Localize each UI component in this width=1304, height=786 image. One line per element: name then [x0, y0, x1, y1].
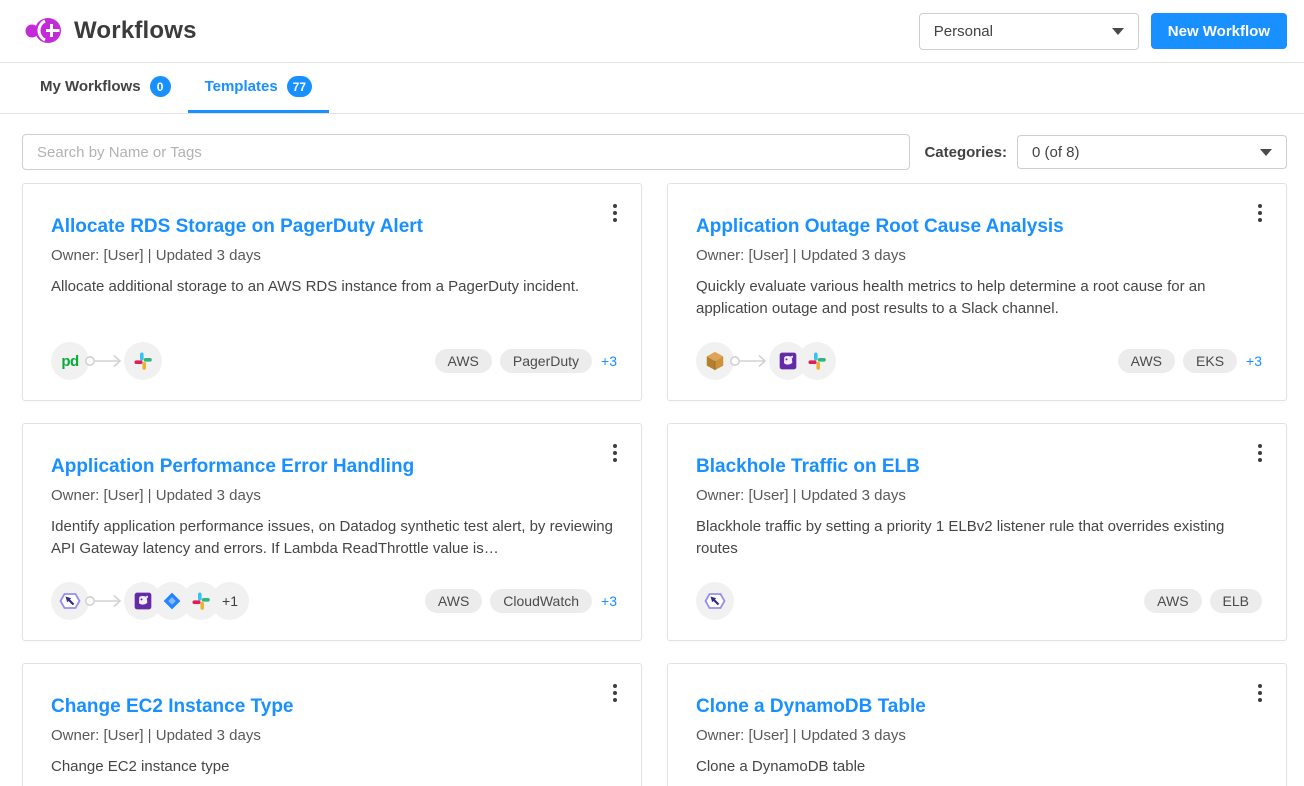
kebab-menu-icon[interactable]: [609, 680, 621, 706]
workflow-title-link[interactable]: Blackhole Traffic on ELB: [696, 454, 1262, 480]
filter-toolbar: Categories: 0 (of 8): [22, 134, 1287, 170]
connector-icon-row: [696, 342, 836, 380]
categories-select-value: 0 (of 8): [1032, 144, 1080, 161]
tag-list: AWS PagerDuty +3: [435, 349, 618, 373]
arrow-connector-icon: [84, 342, 128, 380]
workflow-card[interactable]: Change EC2 Instance Type Owner: [User] |…: [22, 663, 642, 786]
workflow-card[interactable]: Blackhole Traffic on ELB Owner: [User] |…: [667, 423, 1287, 641]
tab-label: Templates: [205, 78, 278, 95]
connector-icon-row: +1: [51, 582, 249, 620]
workflow-description: Clone a DynamoDB table: [696, 756, 1262, 778]
kebab-menu-icon[interactable]: [1254, 200, 1266, 226]
chevron-down-icon: [1112, 28, 1124, 35]
arrow-connector-icon: [84, 582, 128, 620]
more-tags-link[interactable]: +3: [601, 593, 617, 609]
workflow-title-link[interactable]: Application Outage Root Cause Analysis: [696, 214, 1262, 240]
workflow-card[interactable]: Allocate RDS Storage on PagerDuty Alert …: [22, 183, 642, 401]
tab-templates[interactable]: Templates 77: [188, 63, 329, 113]
synthetics-icon: [696, 582, 734, 620]
tab-bar: My Workflows 0 Templates 77: [0, 63, 1304, 114]
tab-label: My Workflows: [40, 78, 141, 95]
app-header: Workflows Personal New Workflow: [0, 0, 1304, 63]
workflow-description: Identify application performance issues,…: [51, 516, 617, 560]
tag-list: AWS ELB: [1144, 589, 1262, 613]
tag-badge: AWS: [1144, 589, 1201, 613]
more-tags-link[interactable]: +3: [601, 353, 617, 369]
workflow-meta: Owner: [User] | Updated 3 days: [51, 487, 617, 504]
tag-badge: AWS: [1118, 349, 1175, 373]
arrow-connector-icon: [729, 342, 773, 380]
kebab-menu-icon[interactable]: [1254, 680, 1266, 706]
workflow-card[interactable]: Application Outage Root Cause Analysis O…: [667, 183, 1287, 401]
card-footer: AWS EKS +3: [696, 342, 1262, 380]
workflow-description: Allocate additional storage to an AWS RD…: [51, 276, 617, 298]
kebab-menu-icon[interactable]: [1254, 440, 1266, 466]
tag-badge: PagerDuty: [500, 349, 592, 373]
workspace-select-value: Personal: [934, 23, 993, 40]
search-input[interactable]: [22, 134, 910, 170]
workspace-select[interactable]: Personal: [919, 13, 1139, 50]
workflow-title-link[interactable]: Change EC2 Instance Type: [51, 694, 617, 720]
workflow-card[interactable]: Application Performance Error Handling O…: [22, 423, 642, 641]
tab-my-workflows[interactable]: My Workflows 0: [23, 63, 188, 113]
slack-icon: [124, 342, 162, 380]
workflow-meta: Owner: [User] | Updated 3 days: [696, 487, 1262, 504]
workflow-card[interactable]: Clone a DynamoDB Table Owner: [User] | U…: [667, 663, 1287, 786]
tag-badge: CloudWatch: [490, 589, 592, 613]
workflow-title-link[interactable]: Allocate RDS Storage on PagerDuty Alert: [51, 214, 617, 240]
categories-select[interactable]: 0 (of 8): [1017, 135, 1287, 169]
tab-count-badge: 77: [287, 76, 312, 97]
workflow-description: Blackhole traffic by setting a priority …: [696, 516, 1262, 560]
page-title: Workflows: [74, 17, 197, 45]
card-footer: pd AWS PagerDuty +3: [51, 342, 617, 380]
tag-list: AWS CloudWatch +3: [425, 589, 617, 613]
workflow-description: Quickly evaluate various health metrics …: [696, 276, 1262, 320]
tag-badge: EKS: [1183, 349, 1237, 373]
new-workflow-button[interactable]: New Workflow: [1151, 13, 1287, 49]
card-footer: AWS ELB: [696, 582, 1262, 620]
workflow-card-grid: Allocate RDS Storage on PagerDuty Alert …: [22, 183, 1287, 786]
workflow-meta: Owner: [User] | Updated 3 days: [696, 247, 1262, 264]
workflow-meta: Owner: [User] | Updated 3 days: [696, 727, 1262, 744]
chevron-down-icon: [1260, 149, 1272, 156]
card-footer: +1 AWS CloudWatch +3: [51, 582, 617, 620]
tag-badge: AWS: [435, 349, 492, 373]
tag-list: AWS EKS +3: [1118, 349, 1262, 373]
workflow-meta: Owner: [User] | Updated 3 days: [51, 247, 617, 264]
connector-icon-row: pd: [51, 342, 162, 380]
overflow-count-badge[interactable]: +1: [211, 582, 249, 620]
workflow-title-link[interactable]: Application Performance Error Handling: [51, 454, 617, 480]
workflow-meta: Owner: [User] | Updated 3 days: [51, 727, 617, 744]
workflow-title-link[interactable]: Clone a DynamoDB Table: [696, 694, 1262, 720]
more-tags-link[interactable]: +3: [1246, 353, 1262, 369]
tag-badge: ELB: [1210, 589, 1262, 613]
connector-icon-row: [696, 582, 734, 620]
kebab-menu-icon[interactable]: [609, 440, 621, 466]
slack-icon: [798, 342, 836, 380]
kebab-menu-icon[interactable]: [609, 200, 621, 226]
tab-count-badge: 0: [150, 76, 171, 97]
tag-badge: AWS: [425, 589, 482, 613]
workflow-description: Change EC2 instance type: [51, 756, 617, 778]
unskript-logo-icon: [24, 13, 62, 49]
categories-label: Categories:: [924, 144, 1007, 161]
